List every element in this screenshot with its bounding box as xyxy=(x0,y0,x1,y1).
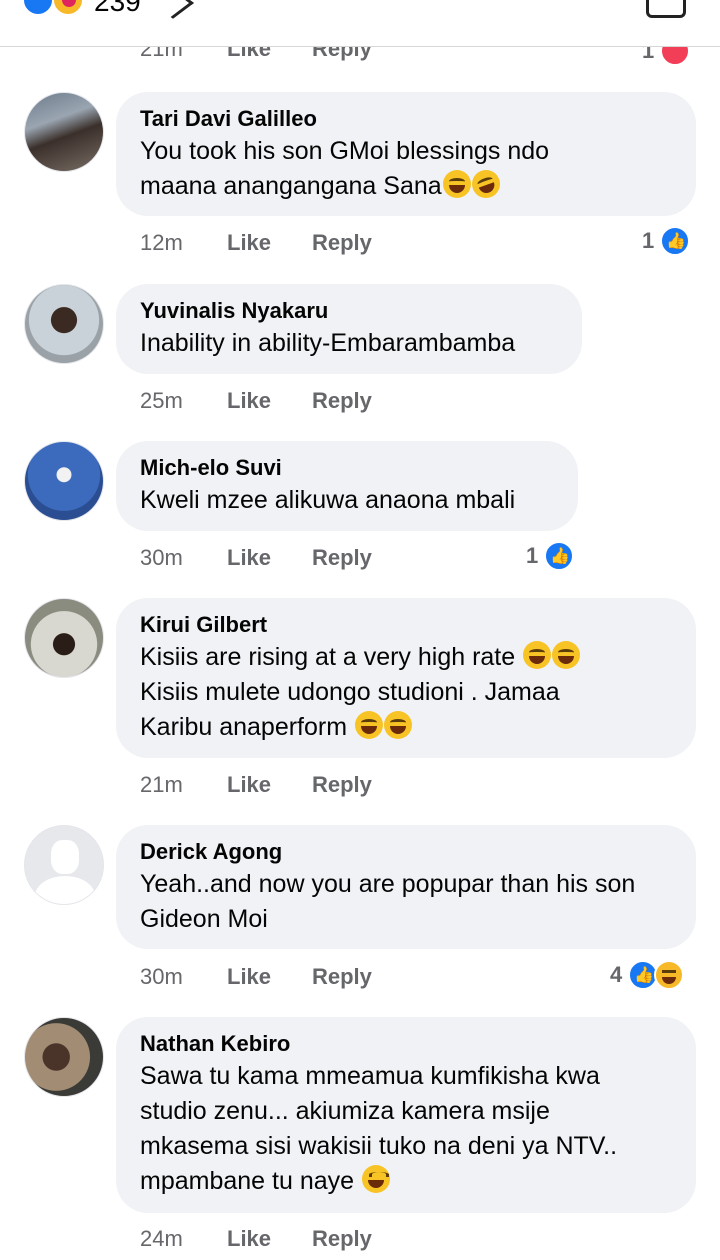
tears-of-joy-emoji-icon xyxy=(552,641,581,669)
comment-like-button[interactable]: Like xyxy=(227,1226,271,1252)
post-reaction-count[interactable]: 239 xyxy=(94,0,141,18)
commenter-name[interactable]: Kirui Gilbert xyxy=(140,610,672,640)
comment-reply-button[interactable]: Reply xyxy=(312,388,372,414)
comment-text: Sawa tu kama mmeamua kumfikisha kwa stud… xyxy=(140,1059,672,1199)
rolling-laughing-emoji-icon xyxy=(467,166,504,202)
comment-bubble[interactable]: Yuvinalis Nyakaru Inability in ability-E… xyxy=(116,284,582,374)
share-arrow-icon[interactable] xyxy=(152,0,194,19)
comment-text-line: Sawa tu kama mmeamua kumfikisha kwa xyxy=(140,1062,600,1090)
tears-of-joy-emoji-icon xyxy=(384,711,413,739)
comment-reply-button[interactable]: Reply xyxy=(312,964,372,990)
post-reaction-bar: 239 xyxy=(0,0,720,47)
comment-time: 25m xyxy=(140,388,183,413)
avatar[interactable] xyxy=(24,92,104,172)
comment-meta-row: 21m Like Reply xyxy=(0,772,720,802)
comment-time: 30m xyxy=(140,964,183,989)
comment-reply-button[interactable]: Reply xyxy=(312,772,372,798)
comment-text-line: Gideon Moi xyxy=(140,905,268,933)
commenter-name[interactable]: Tari Davi Galilleo xyxy=(140,104,672,134)
comment-meta-row: 24m Like Reply xyxy=(0,1226,720,1256)
comment-reaction-count: 1 xyxy=(526,543,539,568)
comment-text-line: maana anangangana Sana xyxy=(140,172,442,200)
comment-reactions[interactable]: 1 xyxy=(526,541,575,571)
avatar[interactable] xyxy=(24,284,104,364)
comment-meta-row: 12m Like Reply 1 xyxy=(0,226,720,260)
comment-time: 21m xyxy=(140,772,183,797)
avatar[interactable] xyxy=(24,825,104,905)
comment-text: Kisiis are rising at a very high rate Ki… xyxy=(140,640,672,745)
like-icon xyxy=(544,541,575,571)
comment-like-button[interactable]: Like xyxy=(227,964,271,990)
comment-meta-row: 30m Like Reply 1 xyxy=(0,541,720,575)
tears-of-joy-emoji-icon xyxy=(523,641,552,669)
grinning-emoji-icon xyxy=(361,1165,390,1193)
haha-icon xyxy=(654,960,685,990)
comment-bubble[interactable]: Derick Agong Yeah..and now you are popup… xyxy=(116,825,696,949)
tears-of-joy-emoji-icon xyxy=(355,711,384,739)
comment-meta-row: 30m Like Reply 4 xyxy=(0,960,720,994)
commenter-name[interactable]: Mich-elo Suvi xyxy=(140,453,554,483)
comment-like-button[interactable]: Like xyxy=(227,772,271,798)
comment-time: 12m xyxy=(140,230,183,255)
commenter-name[interactable]: Yuvinalis Nyakaru xyxy=(140,296,558,326)
comment-text: You took his son GMoi blessings ndo maan… xyxy=(140,134,672,204)
comment-text: Yeah..and now you are popupar than his s… xyxy=(140,867,672,937)
comment-time: 24m xyxy=(140,1226,183,1251)
comment-like-button[interactable]: Like xyxy=(227,388,271,414)
comment-bubble[interactable]: Kirui Gilbert Kisiis are rising at a ver… xyxy=(116,598,696,758)
comment-reply-button[interactable]: Reply xyxy=(312,1226,372,1252)
comment-bubble[interactable]: Mich-elo Suvi Kweli mzee alikuwa anaona … xyxy=(116,441,578,531)
comment-reaction-count: 4 xyxy=(610,962,623,987)
comment-text-line: mpambane tu naye xyxy=(140,1167,355,1195)
like-icon xyxy=(660,226,691,256)
comment-time: 30m xyxy=(140,545,183,570)
comment-reaction-count: 1 xyxy=(642,228,655,253)
commenter-name[interactable]: Derick Agong xyxy=(140,837,672,867)
comment-text-line: Karibu anaperform xyxy=(140,713,348,741)
tears-of-joy-emoji-icon xyxy=(442,170,471,198)
comment-like-button[interactable]: Like xyxy=(227,545,271,571)
comment-bubble[interactable]: Tari Davi Galilleo You took his son GMoi… xyxy=(116,92,696,216)
comment-text: Kweli mzee alikuwa anaona mbali xyxy=(140,486,516,514)
comment-like-button[interactable]: Like xyxy=(227,230,271,256)
comment-text: Inability in ability-Embarambamba xyxy=(140,329,516,357)
avatar[interactable] xyxy=(24,1017,104,1097)
comment-text-line: Kisiis mulete udongo studioni . Jamaa xyxy=(140,678,560,706)
comment-reactions[interactable]: 1 xyxy=(642,226,691,256)
comment-text-line: You took his son GMoi blessings ndo xyxy=(140,137,550,165)
comment-reply-button[interactable]: Reply xyxy=(312,230,372,256)
avatar[interactable] xyxy=(24,598,104,678)
comment-bubble[interactable]: Nathan Kebiro Sawa tu kama mmeamua kumfi… xyxy=(116,1017,696,1213)
like-reaction-icon[interactable] xyxy=(22,0,54,16)
comment-reply-button[interactable]: Reply xyxy=(312,545,372,571)
comment-meta-row: 25m Like Reply xyxy=(0,388,720,418)
commenter-name[interactable]: Nathan Kebiro xyxy=(140,1029,672,1059)
comment-text-line: studio zenu... akiumiza kamera msije xyxy=(140,1097,550,1125)
comment-reactions[interactable]: 4 xyxy=(610,960,685,990)
avatar[interactable] xyxy=(24,441,104,521)
comment-text-line: mkasema sisi wakisii tuko na deni ya NTV… xyxy=(140,1132,618,1160)
comment-text-line: Kisiis are rising at a very high rate xyxy=(140,643,516,671)
like-outline-icon[interactable] xyxy=(646,0,686,18)
haha-reaction-icon[interactable] xyxy=(52,0,84,16)
comment-text-line: Yeah..and now you are popupar than his s… xyxy=(140,870,636,898)
